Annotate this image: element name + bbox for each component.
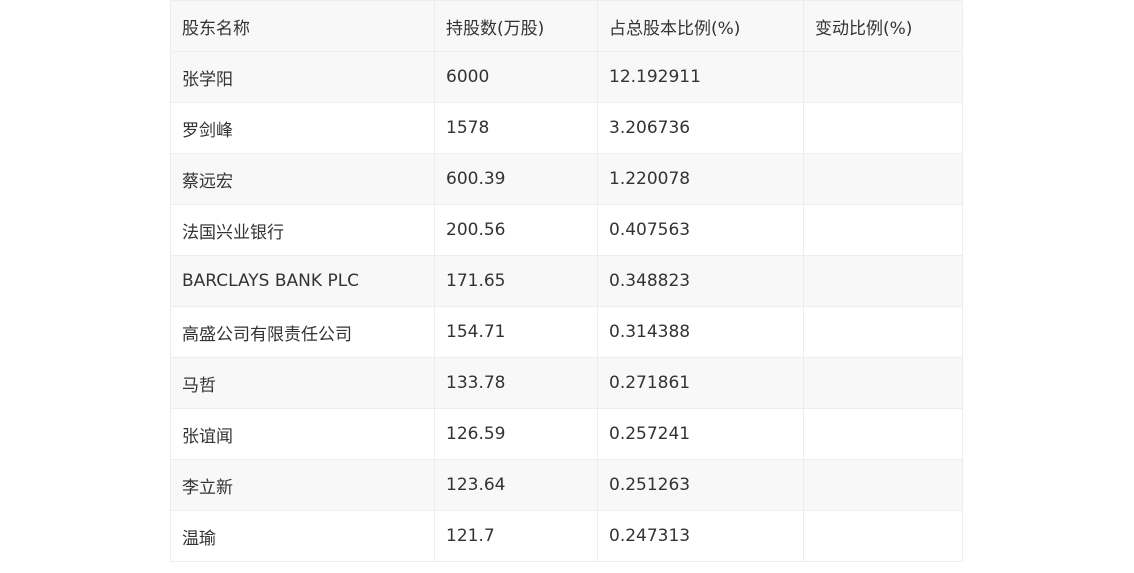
cell-change-ratio: [803, 510, 963, 562]
cell-change-ratio: [803, 204, 963, 256]
header-shares-held: 持股数(万股): [434, 0, 598, 52]
table-row: 高盛公司有限责任公司 154.71 0.314388: [170, 306, 963, 358]
cell-shares-held: 6000: [434, 51, 598, 103]
cell-change-ratio: [803, 357, 963, 409]
cell-change-ratio: [803, 255, 963, 307]
cell-shares-held: 123.64: [434, 459, 598, 511]
table-row: 法国兴业银行 200.56 0.407563: [170, 204, 963, 256]
cell-share-ratio: 0.407563: [597, 204, 804, 256]
cell-shareholder-name: 法国兴业银行: [170, 204, 435, 256]
cell-shareholder-name: 罗剑峰: [170, 102, 435, 154]
shareholder-table-container: 股东名称 持股数(万股) 占总股本比例(%) 变动比例(%) 张学阳 6000 …: [170, 0, 963, 562]
cell-share-ratio: 12.192911: [597, 51, 804, 103]
cell-shares-held: 200.56: [434, 204, 598, 256]
cell-share-ratio: 0.251263: [597, 459, 804, 511]
cell-shares-held: 121.7: [434, 510, 598, 562]
cell-shareholder-name: 李立新: [170, 459, 435, 511]
table-header-row: 股东名称 持股数(万股) 占总股本比例(%) 变动比例(%): [170, 0, 963, 52]
cell-share-ratio: 1.220078: [597, 153, 804, 205]
cell-shares-held: 171.65: [434, 255, 598, 307]
cell-share-ratio: 3.206736: [597, 102, 804, 154]
cell-shareholder-name: 温瑜: [170, 510, 435, 562]
cell-change-ratio: [803, 306, 963, 358]
cell-share-ratio: 0.314388: [597, 306, 804, 358]
table-row: 张谊闻 126.59 0.257241: [170, 408, 963, 460]
table-row: 李立新 123.64 0.251263: [170, 459, 963, 511]
cell-share-ratio: 0.271861: [597, 357, 804, 409]
cell-shareholder-name: 马哲: [170, 357, 435, 409]
cell-share-ratio: 0.257241: [597, 408, 804, 460]
cell-change-ratio: [803, 153, 963, 205]
table-row: 温瑜 121.7 0.247313: [170, 510, 963, 562]
cell-change-ratio: [803, 459, 963, 511]
cell-shareholder-name: 张学阳: [170, 51, 435, 103]
table-row: 罗剑峰 1578 3.206736: [170, 102, 963, 154]
cell-change-ratio: [803, 408, 963, 460]
cell-shareholder-name: BARCLAYS BANK PLC: [170, 255, 435, 307]
cell-change-ratio: [803, 102, 963, 154]
table-row: BARCLAYS BANK PLC 171.65 0.348823: [170, 255, 963, 307]
cell-change-ratio: [803, 51, 963, 103]
cell-shareholder-name: 张谊闻: [170, 408, 435, 460]
cell-shares-held: 600.39: [434, 153, 598, 205]
shareholder-table: 股东名称 持股数(万股) 占总股本比例(%) 变动比例(%) 张学阳 6000 …: [170, 0, 963, 562]
cell-shares-held: 154.71: [434, 306, 598, 358]
table-row: 蔡远宏 600.39 1.220078: [170, 153, 963, 205]
cell-shareholder-name: 蔡远宏: [170, 153, 435, 205]
cell-shareholder-name: 高盛公司有限责任公司: [170, 306, 435, 358]
table-row: 张学阳 6000 12.192911: [170, 51, 963, 103]
header-change-ratio: 变动比例(%): [803, 0, 963, 52]
cell-share-ratio: 0.348823: [597, 255, 804, 307]
cell-shares-held: 133.78: [434, 357, 598, 409]
cell-shares-held: 126.59: [434, 408, 598, 460]
cell-share-ratio: 0.247313: [597, 510, 804, 562]
cell-shares-held: 1578: [434, 102, 598, 154]
header-share-ratio: 占总股本比例(%): [597, 0, 804, 52]
table-row: 马哲 133.78 0.271861: [170, 357, 963, 409]
header-shareholder-name: 股东名称: [170, 0, 435, 52]
